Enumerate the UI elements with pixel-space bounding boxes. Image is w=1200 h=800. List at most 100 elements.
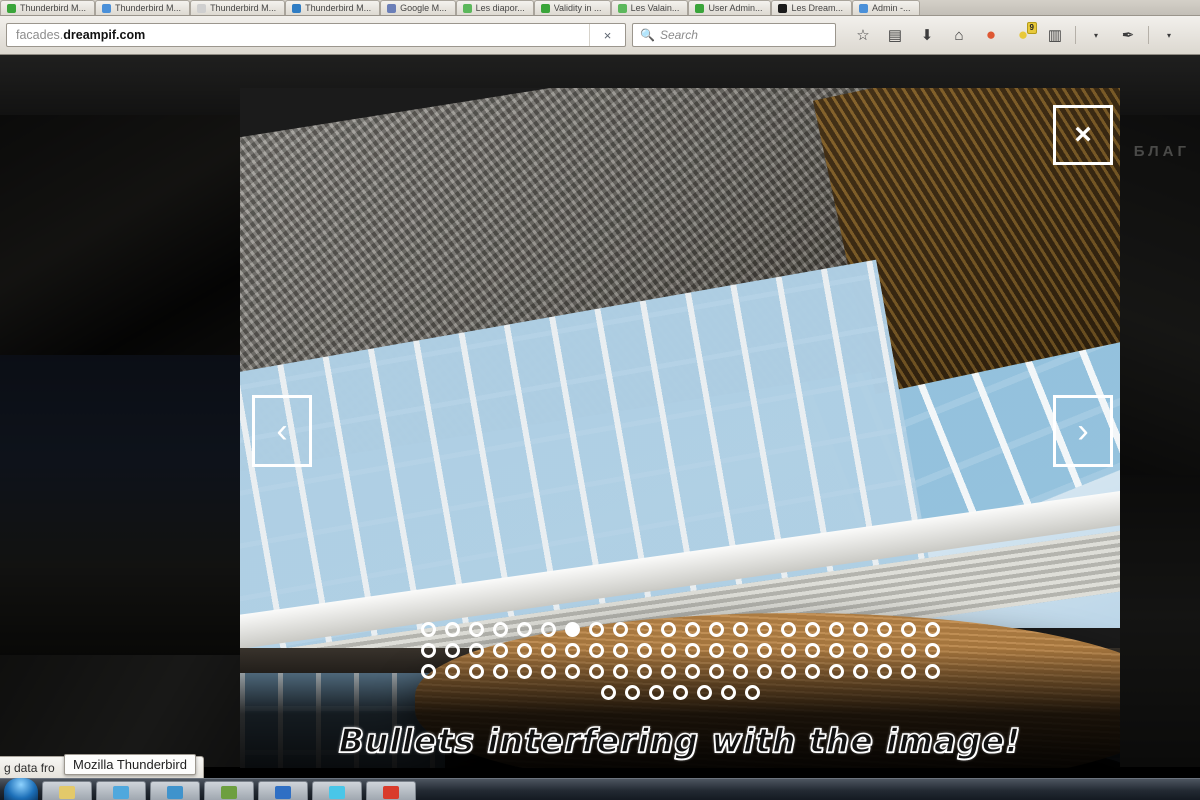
slide-bullet[interactable] <box>468 664 484 679</box>
prev-arrow-icon[interactable]: ‹ <box>252 395 312 467</box>
slide-bullet[interactable] <box>624 685 640 700</box>
slide-bullet[interactable] <box>636 622 652 637</box>
slide-bullet[interactable] <box>492 622 508 637</box>
slide-bullet[interactable] <box>516 664 532 679</box>
slide-bullet[interactable] <box>732 622 748 637</box>
duckduckgo-icon[interactable]: ● <box>976 21 1006 49</box>
slide-bullet[interactable] <box>648 685 664 700</box>
slide-bullet[interactable] <box>900 664 916 679</box>
slide-bullet[interactable] <box>708 664 724 679</box>
slide-bullet[interactable] <box>876 622 892 637</box>
slide-bullet[interactable] <box>564 643 580 658</box>
slide-bullet[interactable] <box>756 622 772 637</box>
slide-bullet[interactable] <box>876 643 892 658</box>
browser-tab[interactable]: Validity in ... <box>533 0 611 15</box>
slide-bullet[interactable] <box>852 622 868 637</box>
browser-tab[interactable]: User Admin... <box>688 0 772 15</box>
slide-bullet[interactable] <box>516 643 532 658</box>
slide-bullet[interactable] <box>732 643 748 658</box>
close-icon[interactable]: × <box>1053 105 1113 165</box>
slide-bullet[interactable] <box>612 643 628 658</box>
slide-bullet[interactable] <box>708 643 724 658</box>
slide-bullet[interactable] <box>780 643 796 658</box>
browser-tab[interactable]: Les Dream... <box>771 0 852 15</box>
slide-bullet[interactable] <box>684 622 700 637</box>
slide-bullet[interactable] <box>588 622 604 637</box>
slide-bullet[interactable] <box>468 622 484 637</box>
slide-bullet[interactable] <box>468 643 484 658</box>
next-arrow-icon[interactable]: › <box>1053 395 1113 467</box>
slide-bullet[interactable] <box>636 664 652 679</box>
slide-bullet[interactable] <box>828 622 844 637</box>
slide-bullet[interactable] <box>672 685 688 700</box>
slide-bullet[interactable] <box>660 664 676 679</box>
browser-tab[interactable]: Thunderbird M... <box>190 0 286 15</box>
tab-strip[interactable]: Thunderbird M... Thunderbird M... Thunderb… <box>0 0 1200 16</box>
slide-bullet[interactable] <box>564 664 580 679</box>
taskbar-item-1[interactable] <box>42 781 92 800</box>
browser-tab[interactable]: Thunderbird M... <box>0 0 96 15</box>
slide-bullet[interactable] <box>660 622 676 637</box>
slide-bullet[interactable] <box>828 664 844 679</box>
slide-bullet[interactable] <box>444 643 460 658</box>
slide-bullet[interactable] <box>924 664 940 679</box>
slide-bullet[interactable] <box>804 643 820 658</box>
browser-tab[interactable]: Les diapor... <box>455 0 534 15</box>
slide-bullet[interactable] <box>516 622 532 637</box>
slide-bullet[interactable] <box>780 622 796 637</box>
slide-bullets[interactable] <box>240 622 1120 700</box>
slide-bullet[interactable] <box>600 685 616 700</box>
home-icon[interactable]: ⌂ <box>944 21 974 49</box>
browser-tab[interactable]: Les Valain... <box>610 0 689 15</box>
clipboard-notes-icon[interactable]: ▥ <box>1040 21 1070 49</box>
start-button[interactable] <box>4 778 38 800</box>
slide-bullet[interactable] <box>420 622 436 637</box>
addon-icon[interactable]: ✒ <box>1113 21 1143 49</box>
slide-bullet[interactable] <box>660 643 676 658</box>
taskbar-item-5[interactable] <box>258 781 308 800</box>
slide-bullet[interactable] <box>636 643 652 658</box>
clear-url-icon[interactable]: × <box>589 24 625 46</box>
slide-bullet[interactable] <box>876 664 892 679</box>
bookmark-star-icon[interactable]: ☆ <box>848 21 878 49</box>
slide-bullet[interactable] <box>540 643 556 658</box>
browser-tab[interactable]: Google M... <box>380 0 456 15</box>
overflow-chevron-icon[interactable]: ▾ <box>1081 21 1111 49</box>
slide-bullet[interactable] <box>744 685 760 700</box>
slide-bullet[interactable] <box>444 622 460 637</box>
slide-bullet[interactable] <box>732 664 748 679</box>
downloads-icon[interactable]: ⬇ <box>912 21 942 49</box>
slide-bullet[interactable] <box>924 643 940 658</box>
url-bar[interactable]: facades.dreampif.com × <box>6 23 626 47</box>
slide-bullet[interactable] <box>588 664 604 679</box>
taskbar-item-2[interactable] <box>96 781 146 800</box>
extension-badge-icon[interactable]: ● 9 <box>1008 21 1038 49</box>
taskbar-item-6[interactable] <box>312 781 362 800</box>
slide-bullet[interactable] <box>804 622 820 637</box>
taskbar-item-7[interactable] <box>366 781 416 800</box>
slide-bullet[interactable] <box>720 685 736 700</box>
slide-bullet[interactable] <box>492 643 508 658</box>
slide-bullet[interactable] <box>708 622 724 637</box>
slide-bullet[interactable] <box>492 664 508 679</box>
slide-bullet[interactable] <box>900 622 916 637</box>
slide-bullet[interactable] <box>684 664 700 679</box>
slide-bullet[interactable] <box>756 643 772 658</box>
slide-bullet[interactable] <box>540 622 556 637</box>
slide-bullet[interactable] <box>804 664 820 679</box>
slide-bullet-active[interactable] <box>564 622 580 637</box>
menu-chevron-icon[interactable]: ▾ <box>1154 21 1184 49</box>
slide-bullet[interactable] <box>612 622 628 637</box>
slide-bullet[interactable] <box>588 643 604 658</box>
slide-bullet[interactable] <box>780 664 796 679</box>
search-input[interactable]: 🔍 Search <box>632 23 836 47</box>
slide-bullet[interactable] <box>444 664 460 679</box>
taskbar-item-3[interactable] <box>150 781 200 800</box>
slide-bullet[interactable] <box>852 643 868 658</box>
slide-bullet[interactable] <box>828 643 844 658</box>
slide-bullet[interactable] <box>420 664 436 679</box>
browser-tab[interactable]: Admin -... <box>852 0 920 15</box>
browser-tab[interactable]: Thunderbird M... <box>95 0 191 15</box>
reader-list-icon[interactable]: ▤ <box>880 21 910 49</box>
slide-bullet[interactable] <box>540 664 556 679</box>
